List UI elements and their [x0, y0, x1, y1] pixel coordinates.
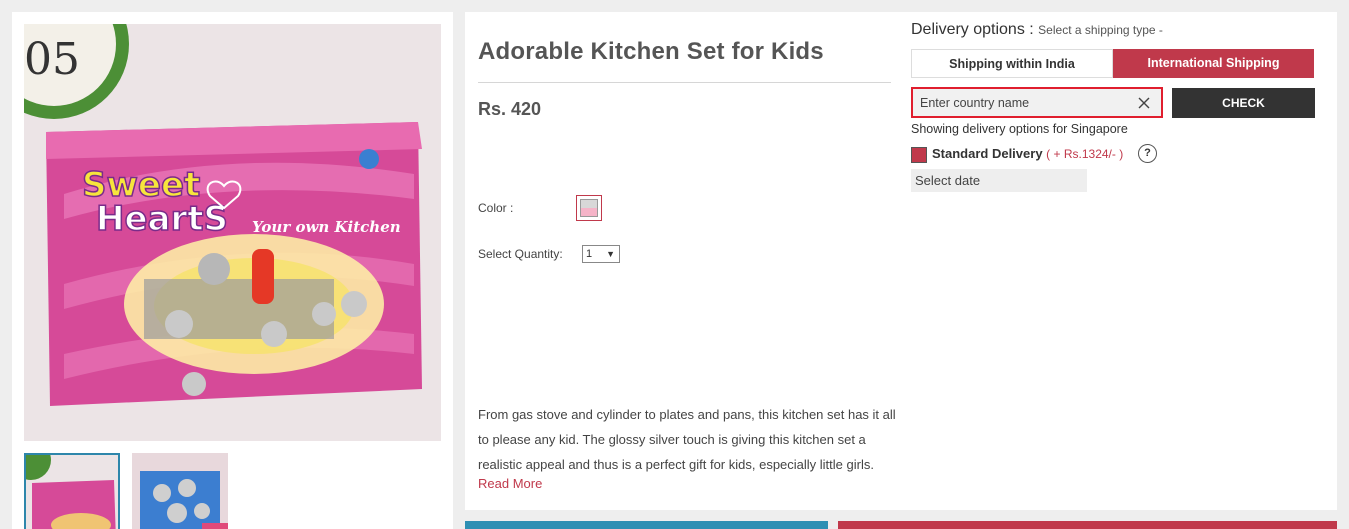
buy-now-button[interactable]: [838, 521, 1337, 529]
kitchen-set-box-image: 05 Sweet HeartS Your own Kitchen: [24, 24, 441, 441]
delivery-subtitle: Select a shipping type -: [1038, 23, 1163, 37]
thumbnail-2[interactable]: [132, 453, 228, 529]
color-swatch[interactable]: [576, 195, 602, 221]
thumbnail-1[interactable]: [24, 453, 120, 529]
quantity-select[interactable]: 1 ▼: [582, 245, 620, 263]
color-swatch-fill: [580, 199, 598, 217]
chevron-down-icon: ▼: [606, 249, 615, 259]
product-price: Rs. 420: [478, 99, 542, 119]
title-divider: [478, 82, 891, 83]
standard-delivery-option[interactable]: Standard Delivery ( + Rs.1324/- ): [932, 146, 1123, 161]
select-date-field[interactable]: Select date: [911, 169, 1087, 192]
quantity-value: 1: [586, 248, 593, 260]
box-tagline: Your own Kitchen: [252, 218, 401, 236]
box-title-line2: HeartS: [96, 199, 228, 239]
delivery-title: Delivery options :: [911, 21, 1034, 38]
standard-delivery-radio[interactable]: [911, 147, 927, 163]
thumbnail-1-image: [26, 455, 118, 529]
tab-international-shipping[interactable]: International Shipping: [1113, 49, 1314, 78]
country-input[interactable]: [911, 87, 1163, 118]
color-label: Color :: [478, 201, 514, 215]
product-gallery: 05 Sweet HeartS Your own Kitchen: [12, 12, 453, 529]
add-to-cart-button[interactable]: [465, 521, 828, 529]
standard-delivery-label: Standard Delivery: [932, 146, 1043, 161]
product-description: From gas stove and cylinder to plates an…: [478, 407, 896, 472]
delivery-showing-text: Showing delivery options for Singapore: [911, 122, 1128, 136]
product-info-panel: Adorable Kitchen Set for Kids Rs. 420 Co…: [465, 12, 1337, 510]
read-more-link[interactable]: Read More: [478, 476, 542, 491]
tab-shipping-within-india[interactable]: Shipping within India: [911, 49, 1113, 78]
main-product-image[interactable]: 05 Sweet HeartS Your own Kitchen: [24, 24, 441, 441]
close-icon[interactable]: [1137, 96, 1151, 110]
quantity-label: Select Quantity:: [478, 247, 563, 261]
help-icon[interactable]: ?: [1138, 144, 1157, 163]
standard-delivery-price: ( + Rs.1324/- ): [1046, 147, 1124, 161]
thumbnail-2-image: [132, 453, 228, 529]
delivery-options-heading: Delivery options : Select a shipping typ…: [911, 21, 1163, 39]
product-title: Adorable Kitchen Set for Kids: [478, 38, 824, 65]
check-button[interactable]: CHECK: [1172, 88, 1315, 118]
